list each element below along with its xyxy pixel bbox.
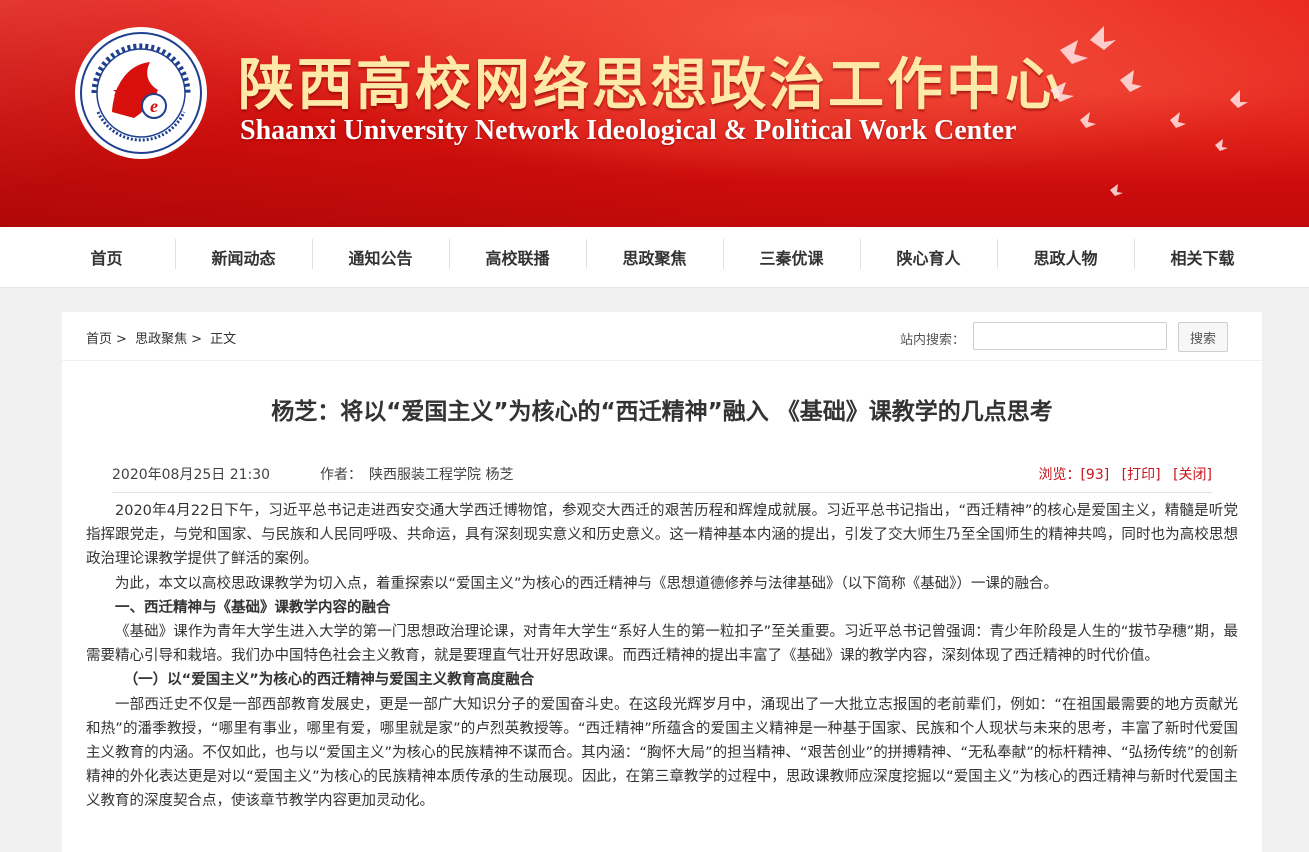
breadcrumb-section-link[interactable]: 思政聚焦: [135, 332, 187, 347]
views-label: 浏览：: [1038, 467, 1081, 483]
nav-item-ideological-focus[interactable]: 思政聚焦: [586, 239, 723, 269]
paragraph: 《基础》课作为青年大学生进入大学的第一门思想政治理论课，对青年大学生“系好人生的…: [86, 624, 1238, 665]
breadcrumb-bar: 首页 > 思政聚焦 > 正文 站内搜索： 搜索: [62, 312, 1262, 361]
paragraph: 一部西迁史不仅是一部西部教育发展史，更是一部广大知识分子的爱国奋斗史。在这段光辉…: [86, 696, 1238, 810]
dove-decoration-icon: [1050, 26, 1248, 196]
article-date: 2020年08月25日 21:30: [112, 467, 271, 483]
breadcrumb-current: 正文: [210, 332, 237, 347]
article-panel: 首页 > 思政聚焦 > 正文 站内搜索： 搜索 杨芝：将以“爱国主义”为核心的“西迁…: [62, 312, 1262, 852]
nav-item-home[interactable]: 首页: [38, 245, 175, 269]
paragraph: 2020年4月22日下午，习近平总书记走进西安交通大学西迁博物馆，参观交大西迁的…: [86, 503, 1238, 568]
article-body: 2020年4月22日下午，习近平总书记走进西安交通大学西迁博物馆，参观交大西迁的…: [86, 499, 1238, 814]
views-count: [93]: [1080, 467, 1110, 483]
author-label: 作者：: [320, 467, 362, 483]
search-button[interactable]: 搜索: [1178, 322, 1228, 352]
print-link[interactable]: [打印]: [1122, 467, 1161, 483]
subsection-heading: （一）以“爱国主义”为核心的西迁精神与爱国主义教育高度融合: [123, 672, 535, 689]
nav-item-university-broadcast[interactable]: 高校联播: [449, 239, 586, 269]
nav-item-shaanxin-education[interactable]: 陕心育人: [860, 239, 997, 269]
svg-text:e: e: [150, 96, 158, 116]
close-link[interactable]: [关闭]: [1173, 467, 1212, 483]
paragraph: 为此，本文以高校思政课教学为切入点，着重探索以“爱国主义”为核心的西迁精神与《思…: [115, 575, 1059, 592]
nav-item-news[interactable]: 新闻动态: [175, 239, 312, 269]
search-input[interactable]: [973, 322, 1167, 350]
breadcrumb-home-link[interactable]: 首页: [86, 332, 112, 347]
nav-item-sanqin-courses[interactable]: 三秦优课: [723, 239, 860, 269]
article-meta: 2020年08月25日 21:30 作者： 陕西服装工程学院 杨芝 浏览：[93…: [112, 452, 1212, 493]
nav-item-downloads[interactable]: 相关下载: [1134, 239, 1271, 269]
article-title: 杨芝：将以“爱国主义”为核心的“西迁精神”融入 《基础》课教学的几点思考: [271, 399, 1053, 425]
article-author: 陕西服装工程学院 杨芝: [369, 467, 514, 483]
site-title-en: Shaanxi University Network Ideological &…: [240, 115, 1017, 146]
nav-item-notices[interactable]: 通知公告: [312, 239, 449, 269]
breadcrumb-separator: >: [191, 332, 202, 347]
site-banner: e 陕西高校网络思想政治工作中心 Shaanxi University Netw…: [0, 0, 1309, 227]
university-seal-logo[interactable]: e: [74, 26, 208, 160]
main-nav: 首页 新闻动态 通知公告 高校联播 思政聚焦 三秦优课 陕心育人 思政人物 相关…: [0, 227, 1309, 288]
site-title-cn: 陕西高校网络思想政治工作中心: [238, 52, 1064, 118]
section-heading: 一、西迁精神与《基础》课教学内容的融合: [115, 599, 391, 616]
breadcrumb-separator: >: [116, 332, 127, 347]
nav-item-figures[interactable]: 思政人物: [997, 239, 1134, 269]
breadcrumb: 首页 > 思政聚焦 > 正文: [86, 328, 240, 347]
article-tools: 浏览：[93] [打印] [关闭]: [1038, 464, 1212, 484]
search-label: 站内搜索：: [900, 333, 966, 348]
